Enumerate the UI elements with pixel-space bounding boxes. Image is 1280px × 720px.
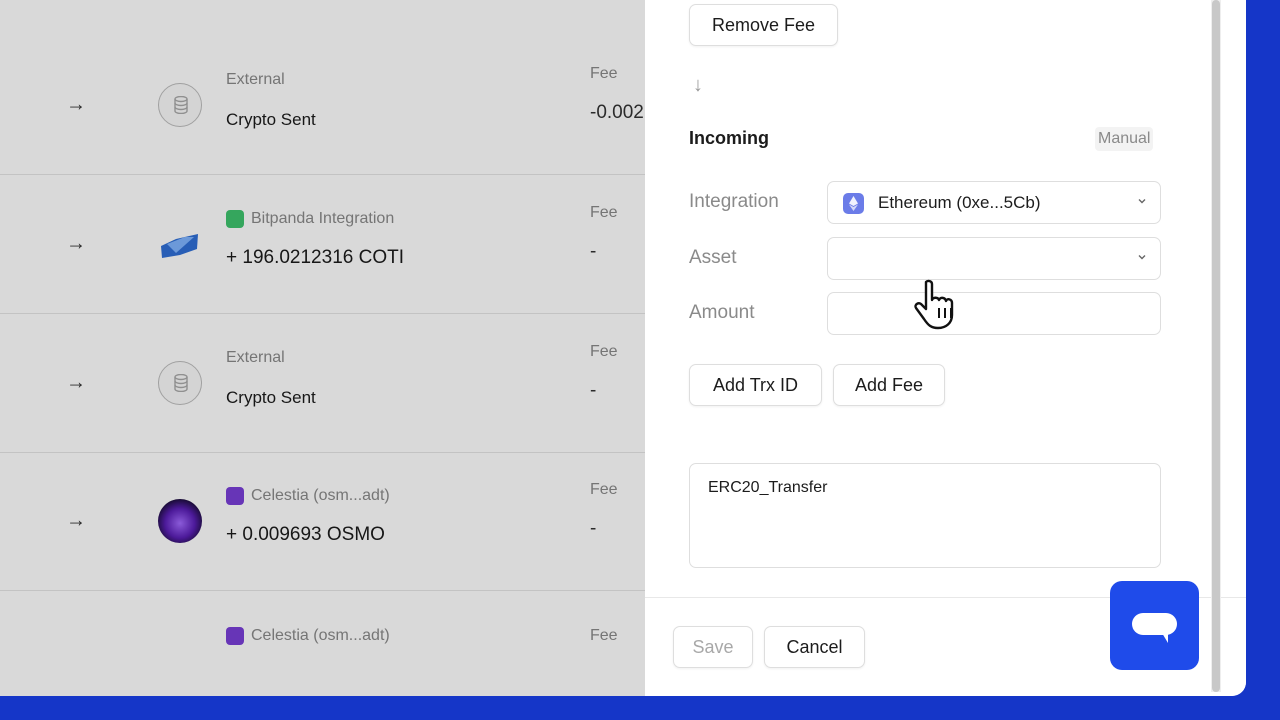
panel-scrollbar-thumb[interactable] [1212,0,1220,692]
remove-fee-button[interactable]: Remove Fee [689,4,838,46]
chat-widget-button[interactable] [1110,581,1199,670]
add-trx-id-button[interactable]: Add Trx ID [689,364,822,406]
integration-value: Ethereum (0xe...5Cb) [878,193,1041,212]
ethereum-icon [843,193,864,214]
amount-input[interactable] [827,292,1161,335]
chat-bubble-icon [1132,613,1177,643]
integration-select[interactable]: Ethereum (0xe...5Cb) [827,181,1161,224]
note-textarea[interactable]: ERC20_Transfer [689,463,1161,568]
modal-backdrop[interactable] [0,0,645,696]
cancel-button[interactable]: Cancel [764,626,865,668]
arrow-down-icon: ↓ [693,74,703,96]
save-button[interactable]: Save [673,626,753,668]
section-title: Incoming [689,128,769,148]
integration-label: Integration [689,191,779,212]
chevron-down-icon [1138,199,1146,204]
transaction-edit-panel: Remove Fee ↓ Incoming Manual Integration… [645,0,1246,696]
app-window: → External Crypto Sent Fee -0.002 → Bitp… [0,0,1246,696]
add-fee-button[interactable]: Add Fee [833,364,945,406]
mode-badge: Manual [1095,127,1154,151]
amount-label: Amount [689,302,755,323]
asset-label: Asset [689,247,737,268]
chevron-down-icon [1138,255,1146,260]
transaction-list: → External Crypto Sent Fee -0.002 → Bitp… [0,0,645,696]
hand-pointer-icon [914,279,954,330]
asset-select[interactable] [827,237,1161,280]
